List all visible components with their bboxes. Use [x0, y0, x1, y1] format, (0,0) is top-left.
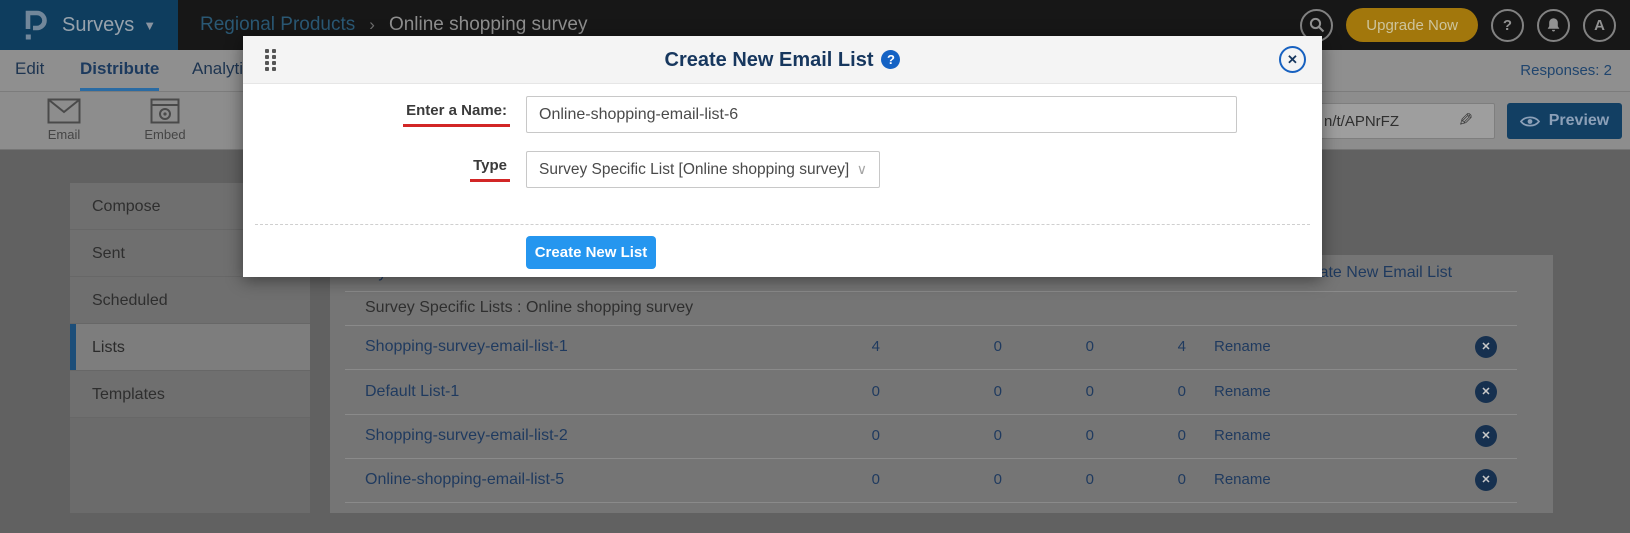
total-count: 0 — [1066, 458, 1186, 502]
total-count: 0 — [1066, 414, 1186, 458]
account-avatar[interactable]: A — [1583, 9, 1616, 42]
active-count: 0 — [760, 414, 880, 458]
list-name-link[interactable]: Default List-1 — [365, 370, 459, 414]
tab-edit[interactable]: Edit — [15, 50, 44, 91]
list-name-link[interactable]: Shopping-survey-email-list-1 — [365, 325, 568, 369]
name-field-label: Enter a Name: — [403, 102, 510, 127]
section-row: Survey Specific Lists : Online shopping … — [330, 286, 1553, 330]
active-count: 0 — [760, 370, 880, 414]
surveys-menu-label: Surveys — [62, 14, 134, 37]
rename-link[interactable]: Rename — [1214, 458, 1271, 502]
modal-header: Create New Email List? ✕ — [243, 36, 1322, 84]
preview-button[interactable]: Preview — [1507, 103, 1622, 139]
total-count: 0 — [1066, 370, 1186, 414]
logo-block: Surveys ▼ — [0, 0, 178, 50]
rename-link[interactable]: Rename — [1214, 414, 1271, 458]
email-channel-label: Email — [24, 127, 104, 142]
surveys-menu[interactable]: Surveys ▼ — [62, 14, 156, 37]
breadcrumb-separator-icon: › — [369, 15, 375, 35]
topbar-actions: Upgrade Now ? A — [1300, 0, 1616, 50]
list-type-select[interactable]: Survey Specific List [Online shopping su… — [526, 151, 880, 188]
table-row: Shopping-survey-email-list-1 4 0 0 4 Ren… — [330, 325, 1553, 369]
sidebar-item-scheduled[interactable]: Scheduled — [70, 277, 310, 324]
help-button[interactable]: ? — [1491, 9, 1524, 42]
table-row: Default List-1 0 0 0 0 Rename ✕ — [330, 370, 1553, 414]
embed-window-icon — [150, 98, 180, 124]
rename-link[interactable]: Rename — [1214, 370, 1271, 414]
app-window: Surveys ▼ Regional Products › Online sho… — [0, 0, 1630, 533]
type-field-label: Type — [470, 157, 510, 182]
delete-list-button[interactable]: ✕ — [1475, 336, 1497, 358]
preview-label: Preview — [1549, 112, 1609, 130]
list-type-selected-value: Survey Specific List [Online shopping su… — [539, 161, 849, 178]
name-form-row: Enter a Name: — [243, 96, 1322, 133]
delete-list-button[interactable]: ✕ — [1475, 425, 1497, 447]
bell-icon — [1546, 17, 1561, 33]
chevron-down-icon: ▼ — [143, 18, 156, 33]
envelope-icon — [47, 98, 81, 124]
rename-link[interactable]: Rename — [1214, 325, 1271, 369]
divider — [345, 502, 1517, 503]
chevron-down-icon: ∨ — [857, 152, 867, 187]
search-icon — [1309, 17, 1325, 33]
list-name-link[interactable]: Online-shopping-email-list-5 — [365, 458, 564, 502]
drag-handle[interactable] — [265, 49, 276, 71]
modal-help-icon[interactable]: ? — [881, 50, 900, 69]
embed-channel-label: Embed — [125, 127, 205, 142]
avatar-initial: A — [1594, 17, 1605, 34]
table-row: Shopping-survey-email-list-2 0 0 0 0 Ren… — [330, 414, 1553, 458]
modal-close-button[interactable]: ✕ — [1279, 46, 1306, 73]
eye-icon — [1520, 115, 1540, 128]
breadcrumb-folder[interactable]: Regional Products — [200, 14, 355, 36]
upgrade-now-button[interactable]: Upgrade Now — [1346, 8, 1478, 42]
tab-distribute[interactable]: Distribute — [80, 50, 159, 91]
question-icon: ? — [1503, 17, 1512, 34]
delete-list-button[interactable]: ✕ — [1475, 381, 1497, 403]
responses-count: Responses: 2 — [1520, 50, 1612, 91]
table-row: Online-shopping-email-list-5 0 0 0 0 Ren… — [330, 458, 1553, 502]
total-count: 4 — [1066, 325, 1186, 369]
sidebar-item-templates[interactable]: Templates — [70, 371, 310, 418]
active-count: 0 — [760, 458, 880, 502]
email-channel-button[interactable]: Email — [24, 98, 104, 142]
list-name-input[interactable] — [526, 96, 1237, 133]
list-name-link[interactable]: Shopping-survey-email-list-2 — [365, 414, 568, 458]
notifications-button[interactable] — [1537, 9, 1570, 42]
create-new-list-button[interactable]: Create New List — [526, 236, 656, 269]
create-email-list-modal: Create New Email List? ✕ Enter a Name: T… — [243, 36, 1322, 277]
type-form-row: Type Survey Specific List [Online shoppi… — [243, 151, 1322, 188]
questionpro-logo-icon[interactable] — [22, 8, 48, 42]
active-count: 4 — [760, 325, 880, 369]
modal-footer-divider — [255, 224, 1310, 225]
delete-list-button[interactable]: ✕ — [1475, 469, 1497, 491]
breadcrumb-survey-name[interactable]: Online shopping survey — [389, 14, 588, 36]
edit-url-pencil-icon[interactable]: ✎ — [1458, 110, 1473, 131]
section-label: Survey Specific Lists : Online shopping … — [365, 286, 693, 330]
sidebar-item-lists[interactable]: Lists — [70, 324, 310, 371]
email-lists-panel: My Email Lists Active Unsubscribed Bounc… — [330, 255, 1553, 513]
embed-channel-button[interactable]: Embed — [125, 98, 205, 142]
modal-title: Create New Email List? — [243, 36, 1322, 84]
